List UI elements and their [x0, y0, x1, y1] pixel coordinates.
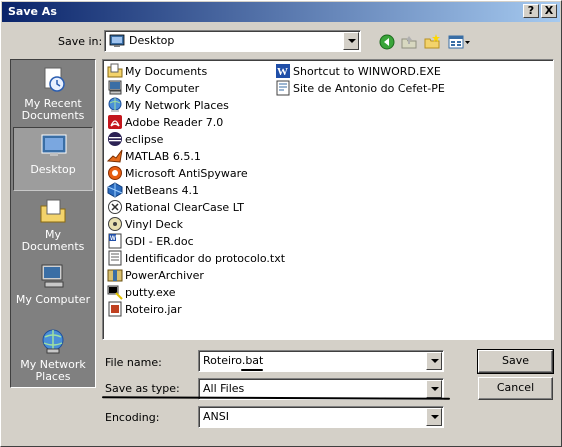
file-name: My Documents	[125, 65, 208, 78]
help-button[interactable]: ?	[523, 4, 539, 18]
file-name-label: File name:	[105, 356, 162, 369]
new-folder-icon[interactable]	[422, 32, 442, 52]
save-as-type-label: Save as type:	[105, 382, 180, 395]
cancel-button[interactable]: Cancel	[478, 377, 553, 400]
place-label: Desktop	[30, 163, 76, 176]
svg-text:W: W	[110, 236, 116, 242]
desktop-small-icon	[109, 33, 125, 49]
place-desktop[interactable]: Desktop	[13, 127, 93, 191]
recent-documents-icon	[39, 66, 67, 94]
up-folder-icon[interactable]	[399, 32, 419, 52]
place-label: My Documents	[21, 228, 85, 253]
places-bar: My Recent Documents Desktop My Documents…	[10, 59, 96, 388]
save-as-type-value: All Files	[203, 382, 245, 395]
computer-icon	[107, 80, 123, 96]
file-name: Roteiro.jar	[125, 303, 182, 316]
file-name: My Computer	[125, 82, 200, 95]
place-my-documents[interactable]: My Documents	[13, 193, 93, 257]
title-bar[interactable]: Save As ? X	[2, 2, 560, 22]
save-as-dialog: Save As ? X Save in: Desktop My Recent D…	[0, 0, 562, 447]
place-my-recent-documents[interactable]: My Recent Documents	[13, 62, 93, 126]
file-name: putty.exe	[125, 286, 176, 299]
netbeans-icon	[107, 182, 123, 198]
file-name-value: Roteiro.bat	[203, 354, 264, 367]
eclipse-icon	[107, 131, 123, 147]
matlab-icon	[106, 148, 123, 164]
vinyl-deck-icon	[107, 216, 123, 232]
save-in-value: Desktop	[129, 34, 175, 47]
chevron-down-icon[interactable]	[426, 408, 442, 426]
desktop-icon	[40, 132, 68, 160]
file-name: Vinyl Deck	[125, 218, 184, 231]
file-name: Identificador do protocolo.txt	[125, 252, 286, 265]
save-button[interactable]: Save	[477, 349, 554, 374]
place-my-computer[interactable]: My Computer	[13, 258, 93, 322]
chevron-down-icon[interactable]	[343, 32, 359, 50]
web-shortcut-icon	[275, 80, 291, 96]
network-places-icon	[39, 327, 67, 355]
network-icon	[107, 97, 123, 113]
putty-icon	[107, 284, 123, 300]
file-name: Adobe Reader 7.0	[125, 116, 224, 129]
place-my-network-places[interactable]: My Network Places	[13, 323, 93, 387]
adobe-reader-icon	[107, 114, 123, 130]
encoding-label: Encoding:	[105, 411, 160, 424]
save-in-label: Save in:	[58, 35, 103, 48]
text-file-icon	[107, 250, 123, 266]
word-doc-icon: W	[107, 233, 123, 249]
back-arrow-icon[interactable]	[377, 32, 397, 52]
place-label: Places	[35, 370, 71, 383]
window-title: Save As	[8, 5, 57, 18]
antispyware-icon	[107, 165, 123, 181]
encoding-value: ANSI	[203, 410, 229, 423]
file-name-input[interactable]: Roteiro.bat	[198, 350, 444, 372]
file-name: PowerArchiver	[125, 269, 204, 282]
svg-text:W: W	[277, 66, 288, 78]
encoding-dropdown[interactable]: ANSI	[198, 406, 444, 428]
close-button[interactable]: X	[541, 4, 557, 18]
file-name: Rational ClearCase LT	[125, 201, 245, 214]
file-list[interactable]: My Documents My Computer My Network Plac…	[102, 59, 554, 340]
chevron-down-icon[interactable]	[426, 380, 442, 398]
file-name: My Network Places	[125, 99, 229, 112]
powerarchiver-icon	[107, 267, 123, 283]
file-name: MATLAB 6.5.1	[125, 150, 201, 163]
word-shortcut-icon: W	[275, 63, 291, 79]
file-name: eclipse	[125, 133, 164, 146]
place-label: Documents	[21, 109, 85, 122]
pen-underline-mark	[241, 369, 263, 371]
my-documents-icon	[39, 197, 67, 225]
file-name: Shortcut to WINWORD.EXE	[293, 65, 441, 78]
place-label: My Computer	[15, 293, 91, 306]
views-menu-icon[interactable]	[446, 32, 472, 52]
jar-file-icon	[107, 301, 123, 317]
chevron-down-icon[interactable]	[426, 352, 442, 370]
file-name: GDI - ER.doc	[125, 235, 194, 248]
file-name: NetBeans 4.1	[125, 184, 200, 197]
file-name: Site de Antonio do Cefet-PE	[293, 82, 445, 95]
file-name: Microsoft AntiSpyware	[125, 167, 248, 180]
clearcase-icon	[107, 199, 123, 215]
my-computer-icon	[39, 262, 67, 290]
folder-icon	[107, 63, 123, 79]
save-in-dropdown[interactable]: Desktop	[104, 30, 361, 52]
